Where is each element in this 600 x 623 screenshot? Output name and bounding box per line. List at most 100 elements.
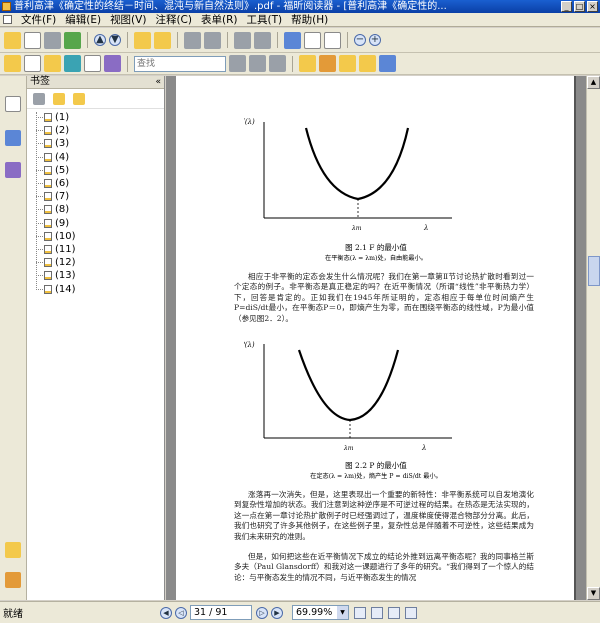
bookmark-item[interactable]: (10): [27, 230, 164, 243]
delete-bookmark-icon[interactable]: [33, 92, 45, 105]
bookmark-list: (1) (2) (3) (4) (5) (6) (7) (8) (9) (10)…: [27, 109, 164, 296]
fig1-xlabel: λ: [423, 224, 428, 232]
minimize-button[interactable]: _: [561, 1, 572, 12]
highlight-icon[interactable]: [359, 55, 376, 72]
bookmark-page-icon: [44, 139, 52, 149]
fig2-min-label: λm: [343, 445, 354, 452]
pointer-icon[interactable]: [44, 55, 61, 72]
bookmark-item[interactable]: (13): [27, 269, 164, 282]
single-page-view-icon[interactable]: [354, 606, 366, 619]
attachments-panel-icon[interactable]: [5, 572, 21, 588]
search-input[interactable]: [134, 55, 226, 72]
bookmark-item[interactable]: (8): [27, 203, 164, 216]
bookmark-page-icon: [44, 179, 52, 189]
bookmark-item[interactable]: (2): [27, 124, 164, 137]
undo-icon[interactable]: [234, 31, 251, 49]
print-icon[interactable]: [44, 31, 61, 49]
open-folder-icon[interactable]: [4, 31, 21, 49]
search-options-icon[interactable]: [269, 55, 286, 72]
menu-file[interactable]: 文件(F): [21, 12, 56, 27]
bookmark-item[interactable]: (5): [27, 164, 164, 177]
note-icon[interactable]: [299, 55, 316, 72]
bookmark-item[interactable]: (12): [27, 256, 164, 269]
scrollbar-thumb[interactable]: [588, 256, 600, 286]
zoom-value: 69.99%: [296, 607, 333, 618]
fig1-ylabel: F(λ): [244, 118, 255, 126]
first-page-icon[interactable]: ◀: [160, 606, 172, 619]
text-box-icon[interactable]: [339, 55, 356, 72]
bookmark-page-icon: [44, 218, 52, 228]
fig2-curve: [297, 349, 400, 422]
back-arrow-icon[interactable]: [134, 31, 151, 49]
scroll-up-arrow-icon[interactable]: ▲: [587, 76, 600, 89]
comments-panel-icon[interactable]: [5, 542, 21, 558]
snapshot-icon[interactable]: [84, 55, 101, 72]
document-viewer[interactable]: F(λ) λ λm 图 2.1 F 的最小值 在平衡态(λ = λm)处，自由能…: [166, 76, 586, 600]
select-text-icon[interactable]: [24, 55, 41, 72]
bookmark-page-icon: [44, 165, 52, 175]
next-page-icon[interactable]: ▼: [109, 34, 121, 46]
hand-tool-icon[interactable]: [4, 55, 21, 72]
pencil-icon[interactable]: [319, 55, 336, 72]
menu-edit[interactable]: 编辑(E): [65, 12, 101, 27]
bookmark-page-icon: [44, 244, 52, 254]
window-title: 普利高津《确定性的终结－时间、混沌与新自然法则》.pdf - 福昕阅读器 - […: [14, 1, 447, 12]
bookmark-item[interactable]: (1): [27, 111, 164, 124]
add-bookmark-icon[interactable]: [53, 92, 65, 105]
zoom-level-field[interactable]: 69.99% ▼: [292, 605, 349, 620]
forward-arrow-icon[interactable]: [154, 31, 171, 49]
menu-comment[interactable]: 注释(C): [155, 12, 192, 27]
navigation-panel-strip: [0, 76, 27, 600]
close-button[interactable]: ×: [587, 1, 598, 12]
bookmarks-tools: [27, 89, 164, 109]
zoom-in-icon[interactable]: +: [369, 34, 381, 46]
bookmark-item[interactable]: (9): [27, 217, 164, 230]
bookmark-item[interactable]: (7): [27, 190, 164, 203]
paragraph-3: 但是，如何把这些在近平衡情况下成立的结论外推到远离平衡态呢？我的同事格兰斯多夫（…: [234, 552, 534, 582]
continuous-view-icon[interactable]: [371, 606, 383, 619]
menu-view[interactable]: 视图(V): [110, 12, 146, 27]
menu-help[interactable]: 帮助(H): [291, 12, 328, 27]
prev-page-icon[interactable]: ◁: [175, 606, 187, 619]
email-icon[interactable]: [64, 31, 81, 49]
image-tool-icon[interactable]: [104, 55, 121, 72]
fit-width-icon[interactable]: [324, 31, 341, 49]
zoom-dropdown-icon[interactable]: ▼: [337, 606, 348, 619]
fit-page-icon[interactable]: [304, 31, 321, 49]
arrow-tool-icon[interactable]: [379, 55, 396, 72]
last-page-icon[interactable]: ▶: [271, 606, 283, 619]
pages-panel-icon[interactable]: [5, 130, 21, 146]
zoom-in-tool-icon[interactable]: [284, 31, 301, 49]
facing-pages-icon[interactable]: [204, 31, 221, 49]
scroll-down-arrow-icon[interactable]: ▼: [587, 587, 600, 600]
bookmark-options-icon[interactable]: [73, 92, 85, 105]
menu-tools[interactable]: 工具(T): [246, 12, 282, 27]
facing-view-icon[interactable]: [388, 606, 400, 619]
collapse-panel-button[interactable]: «: [155, 76, 161, 88]
menu-form[interactable]: 表单(R): [201, 12, 238, 27]
layers-panel-icon[interactable]: [5, 162, 21, 178]
new-document-icon[interactable]: [24, 31, 41, 49]
fig1-caption: 图 2.1 F 的最小值: [345, 243, 407, 252]
bookmark-item[interactable]: (3): [27, 137, 164, 150]
next-page-nav-icon[interactable]: ▷: [256, 606, 268, 619]
bookmark-page-icon: [44, 271, 52, 281]
single-page-icon[interactable]: [184, 31, 201, 49]
bookmark-page-icon: [44, 231, 52, 241]
continuous-facing-view-icon[interactable]: [405, 606, 417, 619]
typewriter-icon[interactable]: [64, 55, 81, 72]
bookmark-item[interactable]: (11): [27, 243, 164, 256]
vertical-scrollbar[interactable]: ▲ ▼: [586, 76, 600, 600]
find-previous-icon[interactable]: [229, 55, 246, 72]
bookmark-item[interactable]: (6): [27, 177, 164, 190]
redo-icon[interactable]: [254, 31, 271, 49]
maximize-button[interactable]: □: [574, 1, 585, 12]
bookmark-item[interactable]: (4): [27, 151, 164, 164]
find-next-icon[interactable]: [249, 55, 266, 72]
page-number-field[interactable]: 31 / 91: [190, 605, 252, 620]
zoom-out-icon[interactable]: −: [354, 34, 366, 46]
bookmark-page-icon: [44, 192, 52, 202]
bookmark-item[interactable]: (14): [27, 282, 164, 295]
previous-page-icon[interactable]: ▲: [94, 34, 106, 46]
bookmarks-panel-icon[interactable]: [5, 96, 21, 112]
